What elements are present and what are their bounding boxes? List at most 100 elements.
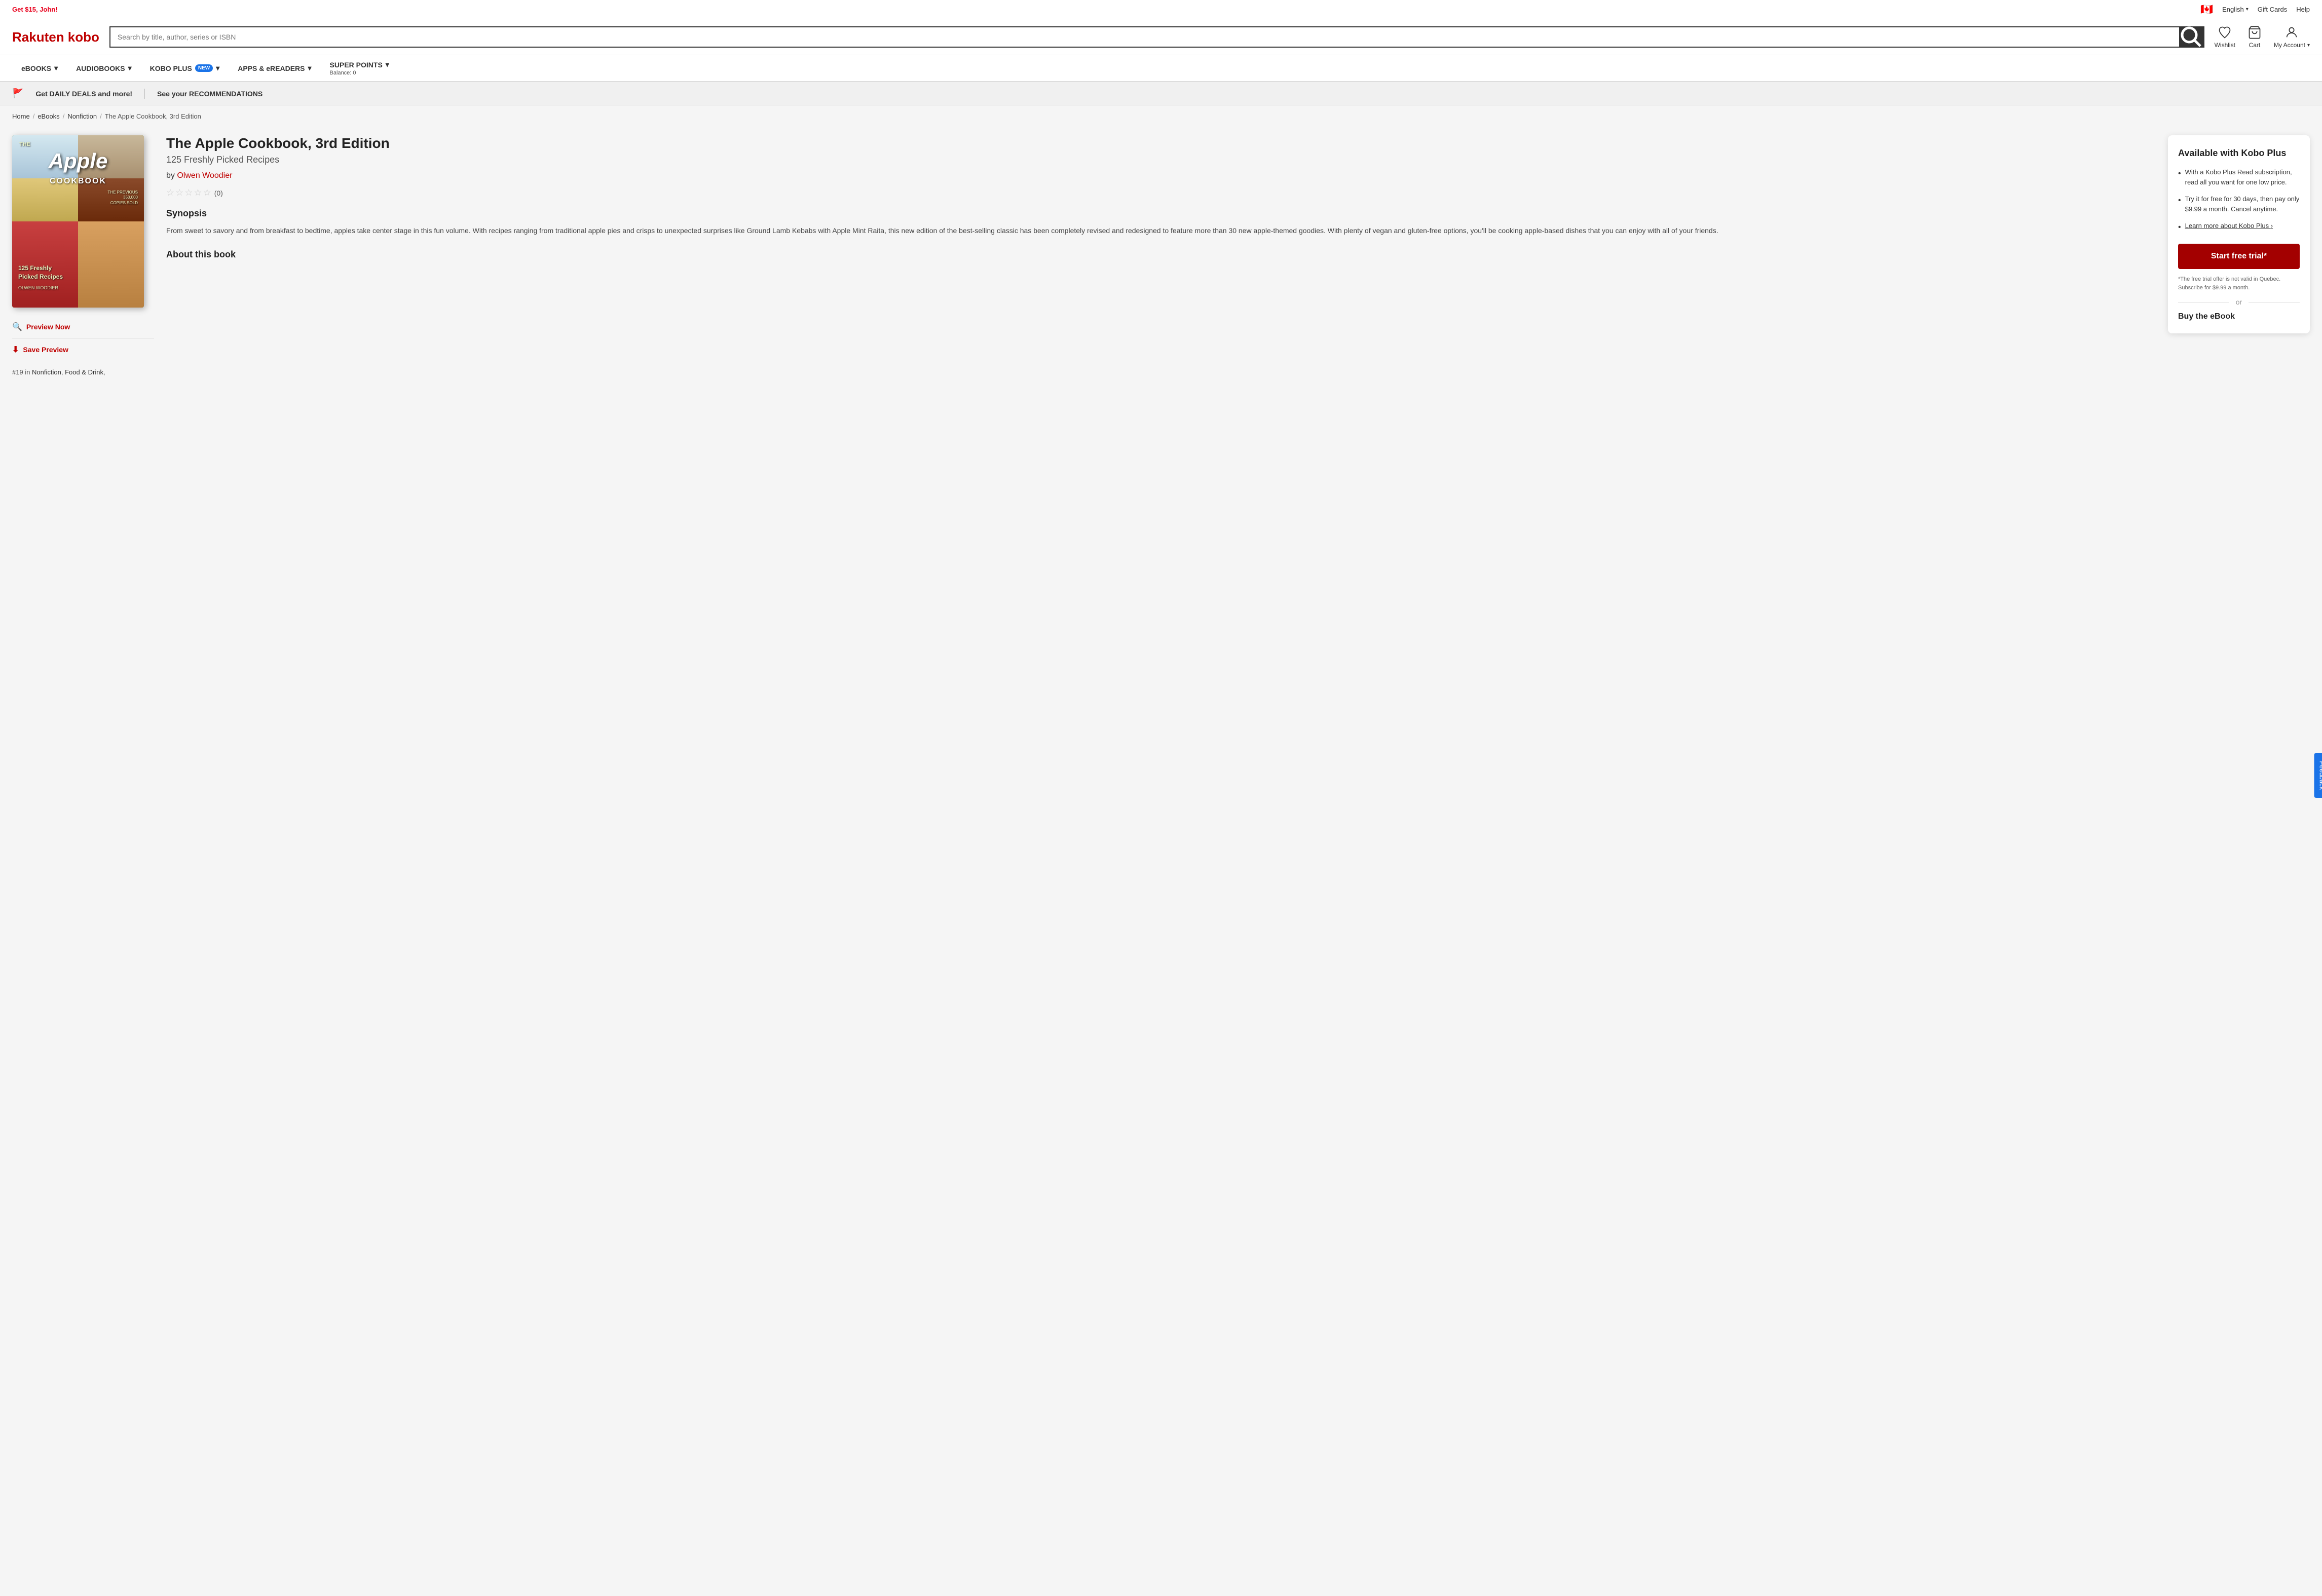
breadcrumb-current: The Apple Cookbook, 3rd Edition <box>105 112 201 120</box>
promo-text[interactable]: Get $15, John! <box>12 6 58 13</box>
cover-the-label: THE <box>19 141 30 147</box>
search-preview-icon: 🔍 <box>12 322 22 332</box>
star-5: ☆ <box>203 187 211 198</box>
cover-apple-title: Apple <box>17 150 139 172</box>
my-account-button[interactable]: My Account ▾ <box>2274 25 2310 49</box>
cover-cookbook-label: COOKBOOK <box>17 177 139 186</box>
gift-cards-link[interactable]: Gift Cards <box>2258 6 2288 13</box>
kobo-benefit-1: With a Kobo Plus Read subscription, read… <box>2178 167 2300 187</box>
main-content: THE Apple COOKBOOK THE PREVIOUS350,000CO… <box>0 127 2322 396</box>
ranking-food-drink-link[interactable]: Food & Drink <box>65 368 103 376</box>
nav-koboplus[interactable]: KOBO PLUS NEW ▾ <box>141 56 229 81</box>
wishlist-button[interactable]: Wishlist <box>2215 25 2235 49</box>
star-4: ☆ <box>194 187 202 198</box>
action-links: 🔍 Preview Now ⬇ Save Preview <box>12 316 154 361</box>
user-icon <box>2284 25 2299 40</box>
learn-more-link[interactable]: Learn more about Kobo Plus › <box>2185 221 2273 231</box>
my-account-chevron-icon: ▾ <box>2307 43 2310 48</box>
breadcrumb-sep-1: / <box>33 112 35 120</box>
search-bar <box>109 26 2204 48</box>
koboplus-chevron-icon: ▾ <box>216 64 219 72</box>
about-heading: About this book <box>166 249 2156 260</box>
logo-kobo-text: kobo <box>64 29 99 45</box>
kobo-benefit-3: Learn more about Kobo Plus › <box>2178 221 2300 234</box>
header: Rakuten kobo Wishlist Cart <box>0 19 2322 55</box>
author-link[interactable]: Olwen Woodier <box>177 171 232 180</box>
cover-copies-sold: THE PREVIOUS350,000COPIES SOLD <box>107 190 138 206</box>
trial-footnote: *The free trial offer is not valid in Qu… <box>2178 275 2300 292</box>
superpoints-balance: Balance: 0 <box>330 70 389 76</box>
center-column: The Apple Cookbook, 3rd Edition 125 Fres… <box>166 135 2168 264</box>
superpoints-label-wrapper: SUPER POINTS ▾ <box>330 60 389 69</box>
nav-superpoints[interactable]: SUPER POINTS ▾ Balance: 0 <box>321 55 398 81</box>
feedback-tab[interactable]: Feedback <box>2314 753 2322 798</box>
top-bar-right: 🇨🇦 English ▾ Gift Cards Help <box>2200 3 2310 16</box>
star-1: ☆ <box>166 187 174 198</box>
breadcrumb-sep-3: / <box>100 112 102 120</box>
ebooks-chevron-icon: ▾ <box>54 64 58 72</box>
book-cover: THE Apple COOKBOOK THE PREVIOUS350,000CO… <box>12 135 144 308</box>
cover-author-small: OLWEN WOODIER <box>18 285 58 290</box>
breadcrumb-sep-2: / <box>63 112 65 120</box>
or-divider: or <box>2178 298 2300 306</box>
logo[interactable]: Rakuten kobo <box>12 29 99 45</box>
start-trial-button[interactable]: Start free trial* <box>2178 244 2300 269</box>
download-icon: ⬇ <box>12 345 19 355</box>
kobo-plus-benefits: With a Kobo Plus Read subscription, read… <box>2178 167 2300 234</box>
synopsis-heading: Synopsis <box>166 208 2156 219</box>
book-rating: ☆ ☆ ☆ ☆ ☆ (0) <box>166 187 2156 198</box>
audiobooks-chevron-icon: ▾ <box>128 64 132 72</box>
nav-bar: eBOOKS ▾ AUDIOBOOKS ▾ KOBO PLUS NEW ▾ AP… <box>0 55 2322 82</box>
right-column: Available with Kobo Plus With a Kobo Plu… <box>2168 135 2310 341</box>
country-flag[interactable]: 🇨🇦 <box>2200 3 2213 16</box>
nav-audiobooks[interactable]: AUDIOBOOKS ▾ <box>67 56 140 81</box>
book-ranking: #19 in Nonfiction, Food & Drink, <box>12 368 154 376</box>
breadcrumb: Home / eBooks / Nonfiction / The Apple C… <box>0 105 2322 127</box>
search-icon <box>2179 25 2203 49</box>
help-link[interactable]: Help <box>2296 6 2310 13</box>
kobo-plus-card: Available with Kobo Plus With a Kobo Plu… <box>2168 135 2310 333</box>
heart-icon <box>2218 25 2232 40</box>
koboplus-new-badge: NEW <box>195 64 213 72</box>
book-subtitle: 125 Freshly Picked Recipes <box>166 155 2156 165</box>
logo-rakuten-text: Rakuten <box>12 29 64 45</box>
breadcrumb-home[interactable]: Home <box>12 112 30 120</box>
nav-apps[interactable]: APPS & eREADERS ▾ <box>229 56 320 81</box>
buy-ebook-heading: Buy the eBook <box>2178 312 2300 321</box>
ranking-nonfiction-link[interactable]: Nonfiction <box>32 368 61 376</box>
cart-icon <box>2248 25 2262 40</box>
star-2: ☆ <box>175 187 183 198</box>
search-input[interactable] <box>110 27 2179 47</box>
book-author: by Olwen Woodier <box>166 171 2156 180</box>
synopsis-text: From sweet to savory and from breakfast … <box>166 225 2156 237</box>
deals-text[interactable]: Get DAILY DEALS and more! <box>35 90 132 98</box>
header-actions: Wishlist Cart My Account ▾ <box>2215 25 2310 49</box>
deals-flag-icon: 🚩 <box>12 88 23 99</box>
deals-separator <box>144 89 145 99</box>
deals-bar: 🚩 Get DAILY DEALS and more! See your REC… <box>0 82 2322 105</box>
kobo-plus-card-title: Available with Kobo Plus <box>2178 147 2300 159</box>
apps-chevron-icon: ▾ <box>308 64 312 72</box>
top-bar: Get $15, John! 🇨🇦 English ▾ Gift Cards H… <box>0 0 2322 19</box>
recommendations-link[interactable]: See your RECOMMENDATIONS <box>157 90 263 98</box>
cover-freshly-text: 125 FreshlyPicked Recipes <box>18 264 63 281</box>
rating-count: (0) <box>214 189 223 197</box>
book-title: The Apple Cookbook, 3rd Edition <box>166 135 2156 151</box>
my-account-label-wrapper: My Account ▾ <box>2274 42 2310 49</box>
breadcrumb-nonfiction[interactable]: Nonfiction <box>67 112 97 120</box>
breadcrumb-ebooks[interactable]: eBooks <box>38 112 59 120</box>
cart-button[interactable]: Cart <box>2248 25 2262 49</box>
superpoints-chevron-icon: ▾ <box>386 60 389 69</box>
left-column: THE Apple COOKBOOK THE PREVIOUS350,000CO… <box>12 135 154 376</box>
chevron-down-icon: ▾ <box>2246 7 2249 12</box>
preview-now-link[interactable]: 🔍 Preview Now <box>12 316 154 338</box>
star-3: ☆ <box>184 187 193 198</box>
star-rating: ☆ ☆ ☆ ☆ ☆ <box>166 187 211 198</box>
cover-overlay: THE Apple COOKBOOK THE PREVIOUS350,000CO… <box>12 135 144 308</box>
save-preview-link[interactable]: ⬇ Save Preview <box>12 338 154 361</box>
search-button[interactable] <box>2179 27 2203 47</box>
language-selector[interactable]: English ▾ <box>2222 6 2249 13</box>
kobo-benefit-2: Try it for free for 30 days, then pay on… <box>2178 194 2300 214</box>
nav-ebooks[interactable]: eBOOKS ▾ <box>12 56 67 81</box>
learn-more-arrow-icon: › <box>2271 222 2273 230</box>
